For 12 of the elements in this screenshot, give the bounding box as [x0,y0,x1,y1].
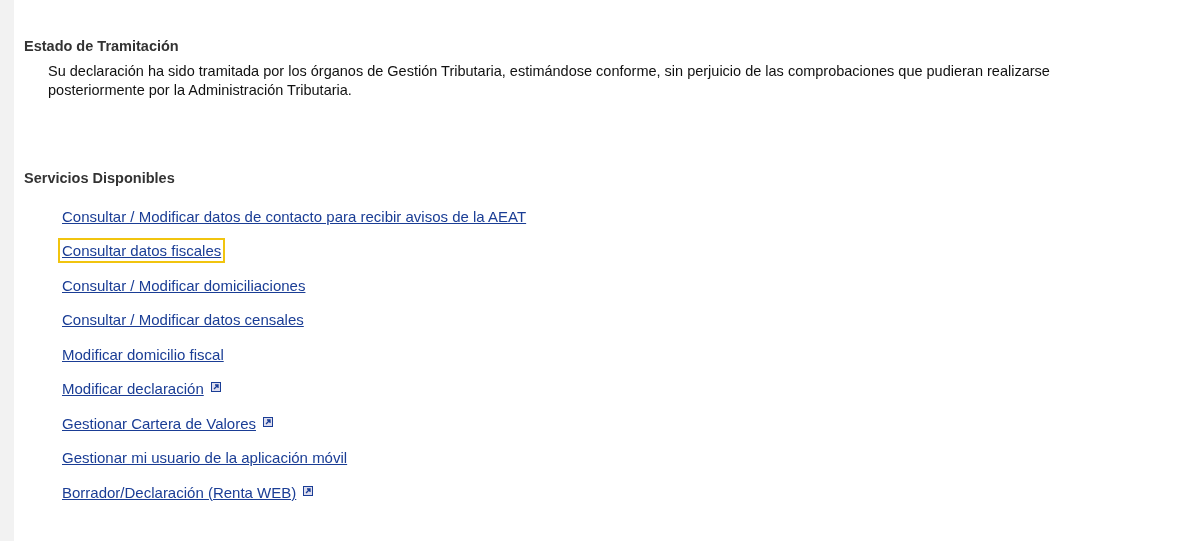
service-link[interactable]: Consultar / Modificar datos de contacto para recibir avisos de la AEAT [58,203,531,229]
service-link[interactable]: Consultar datos fiscales [58,238,226,264]
service-link[interactable]: Modificar domicilio fiscal [58,341,228,367]
service-link[interactable]: Gestionar mi usuario de la aplicación móvil [58,445,352,471]
section-heading: Estado de Tramitación [24,38,180,56]
section-heading: Servicios Disponibles [24,170,176,188]
service-link[interactable]: Modificar declaración [58,376,208,402]
service-link[interactable]: Consultar / Modificar datos censales [58,307,308,333]
service-link[interactable]: Consultar / Modificar domiciliaciones [58,272,310,298]
status-text: Su declaración ha sido tramitada por los órganos de Gestión Tributaria, estimándose conforme, sin perjuicio de las comprobaciones que pudieran realizarse posteriormente por la Administración Tributaria. [48,62,1051,101]
service-link[interactable]: Gestionar Cartera de Valores [58,410,260,436]
service-link[interactable]: Borrador/Declaración (Renta WEB) [58,479,301,505]
